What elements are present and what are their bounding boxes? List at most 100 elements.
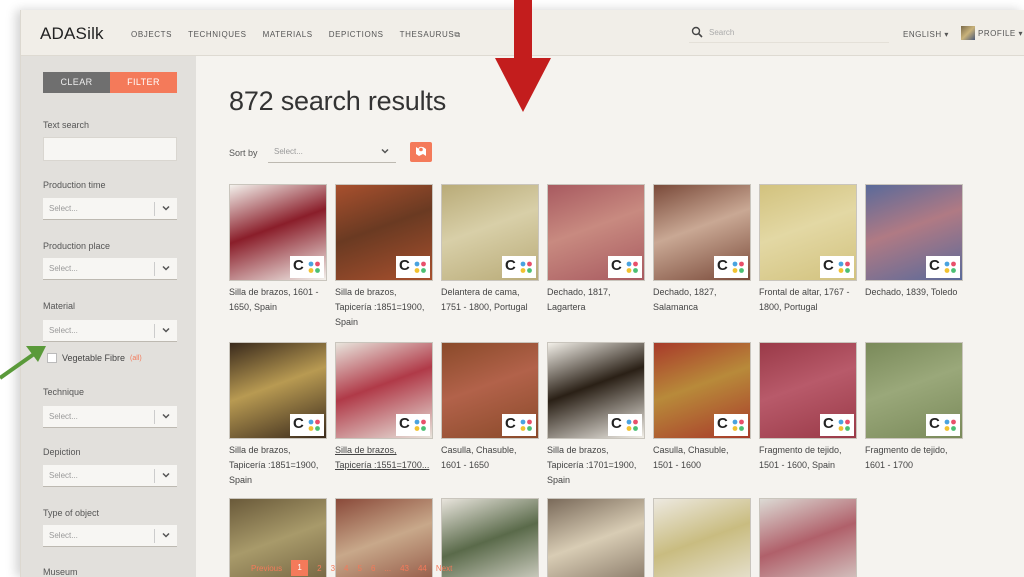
result-caption[interactable]: Dechado, 1839, Toledo [865, 285, 963, 300]
language-dropdown[interactable]: ENGLISH ▾ [903, 30, 949, 39]
result-thumbnail[interactable]: C [335, 184, 433, 281]
page-2[interactable]: 2 [317, 564, 321, 573]
logo[interactable]: ADASilk [40, 24, 104, 44]
profile-menu[interactable]: PROFILE ▾ [961, 26, 1023, 40]
result-caption[interactable]: Frontal de altar, 1767 - 1800, Portugal [759, 285, 857, 315]
result-thumbnail[interactable]: C [335, 342, 433, 439]
type-of-object-select[interactable]: Select... [43, 525, 177, 547]
result-caption[interactable]: Fragmento de tejido, 1601 - 1700 [865, 443, 963, 473]
result-card[interactable]: C Silla de brazos, Tapicería :1551=1700..… [335, 342, 433, 473]
result-caption[interactable]: Fragmento de tejido, 1501 - 1600, Spain [759, 443, 857, 473]
result-card[interactable]: C Silla de brazos, Tapicería :1701=1900, … [547, 342, 645, 488]
result-card[interactable]: C Frontal de altar, 1767 - 1800, Portugal [759, 184, 857, 315]
collection-badge-icon: C [714, 414, 748, 436]
result-card[interactable]: C Fragmento de tejido, 1601 - 1700 [865, 342, 963, 473]
result-caption[interactable]: Silla de brazos, Tapicería :1551=1700... [335, 443, 433, 473]
page-next[interactable]: Next [436, 564, 452, 573]
search-input[interactable]: Search [689, 25, 889, 43]
chevron-down-icon [162, 413, 170, 419]
green-annotation-arrow [0, 346, 46, 380]
chevron-down-icon [162, 205, 170, 211]
result-caption[interactable]: Delantera de cama, 1751 - 1800, Portugal [441, 285, 539, 315]
museum-label: Museum [43, 567, 78, 577]
result-thumbnail[interactable] [547, 498, 645, 577]
material-option-vegetable-fibre[interactable]: Vegetable Fibre (all) [47, 353, 142, 363]
page-1-current[interactable]: 1 [291, 560, 309, 576]
filter-button[interactable]: FILTER [110, 72, 177, 93]
page-6[interactable]: 6 [371, 564, 375, 573]
result-caption[interactable]: Dechado, 1827, Salamanca [653, 285, 751, 315]
result-thumbnail[interactable]: C [653, 184, 751, 281]
result-thumbnail[interactable]: C [547, 342, 645, 439]
result-card[interactable]: C Casulla, Chasuble, 1601 - 1650 [441, 342, 539, 473]
result-thumbnail[interactable] [653, 498, 751, 577]
checkbox[interactable] [47, 353, 57, 363]
text-search-input[interactable] [43, 137, 177, 161]
technique-select[interactable]: Select... [43, 406, 177, 428]
collection-badge-icon: C [926, 414, 960, 436]
map-view-button[interactable] [410, 142, 432, 162]
select-placeholder: Select... [49, 531, 78, 540]
result-card[interactable] [547, 498, 645, 577]
sort-label: Sort by [229, 148, 258, 158]
result-thumbnail[interactable]: C [759, 342, 857, 439]
result-thumbnail[interactable]: C [865, 184, 963, 281]
material-select[interactable]: Select... [43, 320, 177, 342]
result-card[interactable] [441, 498, 539, 577]
page-44[interactable]: 44 [418, 564, 427, 573]
result-thumbnail[interactable]: C [547, 184, 645, 281]
nav-objects[interactable]: OBJECTS [131, 30, 172, 40]
text-search-label: Text search [43, 120, 90, 130]
depiction-select[interactable]: Select... [43, 465, 177, 487]
option-count: (all) [130, 354, 142, 362]
result-card[interactable]: C Casulla, Chasuble, 1501 - 1600 [653, 342, 751, 473]
result-thumbnail[interactable]: C [441, 342, 539, 439]
nav-depictions[interactable]: DEPICTIONS [329, 30, 384, 40]
clear-button[interactable]: CLEAR [43, 72, 110, 93]
collection-badge-icon: C [820, 256, 854, 278]
result-card[interactable]: C Silla de brazos, Tapicería :1851=1900, … [335, 184, 433, 330]
result-card[interactable]: C Silla de brazos, Tapicería :1851=1900, … [229, 342, 327, 488]
select-placeholder: Select... [274, 147, 303, 156]
result-card[interactable] [759, 498, 857, 577]
page-previous[interactable]: Previous [251, 564, 282, 573]
page-43[interactable]: 43 [400, 564, 409, 573]
page-title: 872 search results [229, 86, 447, 116]
result-card[interactable]: C Dechado, 1817, Lagartera [547, 184, 645, 315]
result-caption[interactable]: Silla de brazos, Tapicería :1701=1900, S… [547, 443, 645, 488]
result-caption[interactable]: Casulla, Chasuble, 1501 - 1600 [653, 443, 751, 473]
result-thumbnail[interactable]: C [229, 184, 327, 281]
result-card[interactable]: C Dechado, 1827, Salamanca [653, 184, 751, 315]
result-card[interactable] [653, 498, 751, 577]
avatar [961, 26, 975, 40]
result-caption[interactable]: Casulla, Chasuble, 1601 - 1650 [441, 443, 539, 473]
collection-badge-icon: C [502, 414, 536, 436]
nav-thesaurus[interactable]: THESAURUS⧉ [400, 30, 461, 40]
nav-materials[interactable]: MATERIALS [263, 30, 313, 40]
result-card[interactable]: C Dechado, 1839, Toledo [865, 184, 963, 300]
sort-select[interactable]: Select... [268, 141, 396, 163]
result-thumbnail[interactable]: C [229, 342, 327, 439]
page-4[interactable]: 4 [344, 564, 348, 573]
result-card[interactable]: C Silla de brazos, 1601 - 1650, Spain [229, 184, 327, 315]
page-5[interactable]: 5 [357, 564, 361, 573]
result-caption[interactable]: Silla de brazos, 1601 - 1650, Spain [229, 285, 327, 315]
page-3[interactable]: 3 [331, 564, 335, 573]
chevron-down-icon [162, 265, 170, 271]
result-caption[interactable]: Dechado, 1817, Lagartera [547, 285, 645, 315]
page-ellipsis: ... [384, 563, 392, 573]
result-caption[interactable]: Silla de brazos, Tapicería :1851=1900, S… [229, 443, 327, 488]
nav-techniques[interactable]: TECHNIQUES [188, 30, 246, 40]
result-thumbnail[interactable]: C [865, 342, 963, 439]
result-thumbnail[interactable]: C [653, 342, 751, 439]
result-thumbnail[interactable]: C [759, 184, 857, 281]
result-thumbnail[interactable]: C [441, 184, 539, 281]
production-time-select[interactable]: Select... [43, 198, 177, 220]
result-thumbnail[interactable] [759, 498, 857, 577]
result-card[interactable]: C Fragmento de tejido, 1501 - 1600, Spain [759, 342, 857, 473]
result-caption[interactable]: Silla de brazos, Tapicería :1851=1900, S… [335, 285, 433, 330]
production-time-label: Production time [43, 180, 106, 190]
production-place-select[interactable]: Select... [43, 258, 177, 280]
result-card[interactable]: C Delantera de cama, 1751 - 1800, Portuga… [441, 184, 539, 315]
result-thumbnail[interactable] [441, 498, 539, 577]
